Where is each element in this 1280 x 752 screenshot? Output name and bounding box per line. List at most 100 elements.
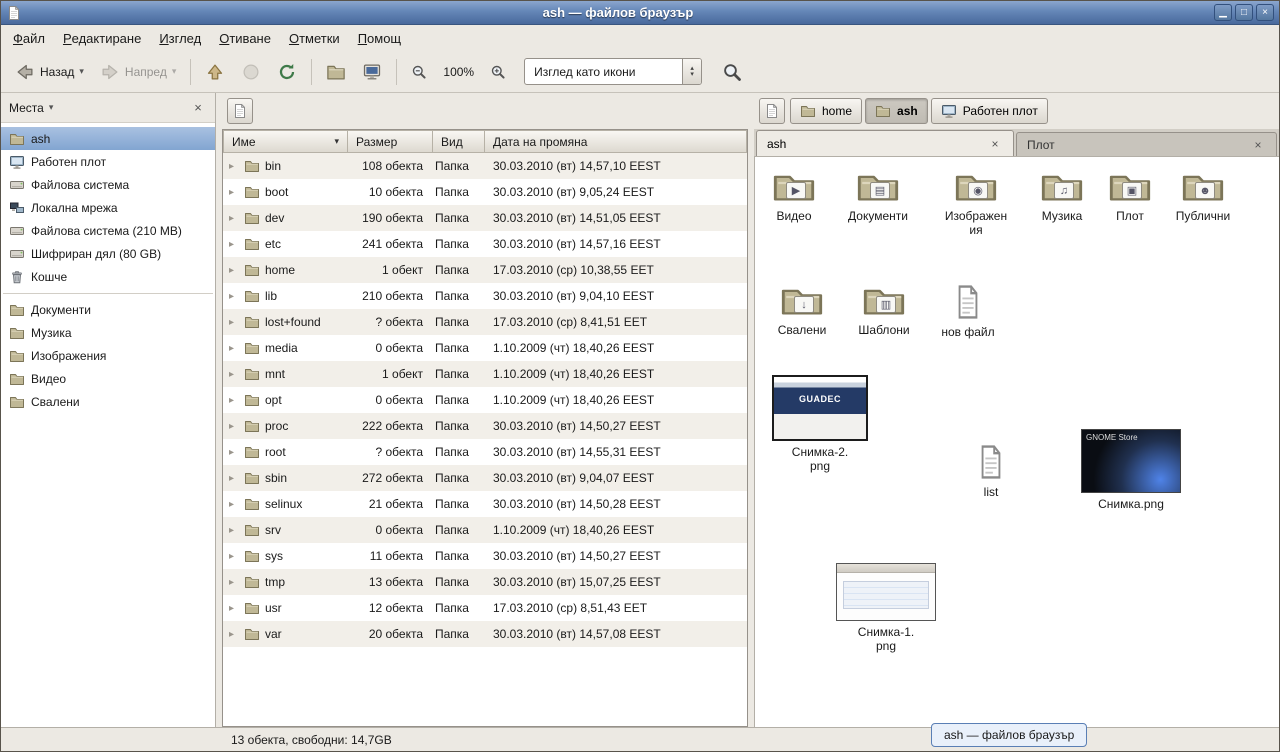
expander-icon[interactable]: ▸ [229, 499, 239, 510]
tab[interactable]: ash × [756, 130, 1014, 156]
tree-row[interactable]: ▸ boot 10 обекта Папка 30.03.2010 (вт) 9… [223, 179, 747, 205]
tree-row[interactable]: ▸ root ? обекта Папка 30.03.2010 (вт) 14… [223, 439, 747, 465]
up-button[interactable] [197, 56, 233, 88]
tree-row[interactable]: ▸ usr 12 обекта Папка 17.03.2010 (ср) 8,… [223, 595, 747, 621]
zoom-out-button[interactable] [403, 58, 435, 86]
place-item[interactable]: Видео [1, 367, 215, 390]
tree-row[interactable]: ▸ dev 190 обекта Папка 30.03.2010 (вт) 1… [223, 205, 747, 231]
expander-icon[interactable]: ▸ [229, 213, 239, 224]
menu-item[interactable]: Отиване [210, 25, 280, 51]
expander-icon[interactable]: ▸ [229, 551, 239, 562]
icon-view-folder[interactable]: ▥ Шаблони [847, 283, 921, 337]
back-button[interactable]: Назад ▾ [7, 56, 92, 88]
column-header-type[interactable]: Вид [433, 130, 485, 153]
location-toggle-button[interactable] [227, 98, 253, 124]
tree-row[interactable]: ▸ home 1 обект Папка 17.03.2010 (ср) 10,… [223, 257, 747, 283]
menu-item[interactable]: Изглед [150, 25, 210, 51]
expander-icon[interactable]: ▸ [229, 577, 239, 588]
path-button[interactable]: home [790, 98, 862, 124]
tree-row[interactable]: ▸ srv 0 обекта Папка 1.10.2009 (чт) 18,4… [223, 517, 747, 543]
search-button[interactable] [714, 56, 750, 88]
place-item[interactable]: Файлова система (210 MB) [1, 219, 215, 242]
combo-arrows-icon[interactable]: ▴ ▾ [682, 59, 701, 84]
icon-view-folder[interactable]: ♫ Музика [1025, 169, 1099, 223]
expander-icon[interactable]: ▸ [229, 421, 239, 432]
home-folder-button[interactable] [318, 56, 354, 88]
tree-row[interactable]: ▸ sbin 272 обекта Папка 30.03.2010 (вт) … [223, 465, 747, 491]
tab-close-icon[interactable]: × [1250, 137, 1266, 153]
places-title[interactable]: Места [9, 101, 44, 115]
chevron-down-icon[interactable]: ▾ [49, 102, 54, 113]
tree-row[interactable]: ▸ media 0 обекта Папка 1.10.2009 (чт) 18… [223, 335, 747, 361]
expander-icon[interactable]: ▸ [229, 525, 239, 536]
place-item[interactable]: Локална мрежа [1, 196, 215, 219]
expander-icon[interactable]: ▸ [229, 317, 239, 328]
maximize-button[interactable]: □ [1235, 4, 1253, 21]
location-toggle-button[interactable] [759, 98, 785, 124]
expander-icon[interactable]: ▸ [229, 603, 239, 614]
expander-icon[interactable]: ▸ [229, 473, 239, 484]
icon-view-file[interactable]: list [954, 443, 1028, 499]
tab[interactable]: Плот × [1016, 132, 1277, 156]
tree-row[interactable]: ▸ bin 108 обекта Папка 30.03.2010 (вт) 1… [223, 153, 747, 179]
icon-view-folder[interactable]: ☻ Публични [1166, 169, 1240, 223]
column-header-date[interactable]: Дата на промяна [485, 130, 747, 153]
tree-row[interactable]: ▸ tmp 13 обекта Папка 30.03.2010 (вт) 15… [223, 569, 747, 595]
titlebar[interactable]: ash — файлов браузър ▁ □ × [1, 1, 1279, 25]
tree-row[interactable]: ▸ selinux 21 обекта Папка 30.03.2010 (вт… [223, 491, 747, 517]
reload-button[interactable] [269, 56, 305, 88]
menu-item[interactable]: Файл [4, 25, 54, 51]
place-item[interactable]: Шифриран дял (80 GB) [1, 242, 215, 265]
tree-row[interactable]: ▸ opt 0 обекта Папка 1.10.2009 (чт) 18,4… [223, 387, 747, 413]
icon-view-image[interactable]: GNOME Store Снимка.png [1079, 429, 1183, 511]
icon-view-folder[interactable]: ▶ Видео [757, 169, 831, 223]
tree-row[interactable]: ▸ mnt 1 обект Папка 1.10.2009 (чт) 18,40… [223, 361, 747, 387]
icon-view[interactable]: ▶ Видео ▤ Документи [754, 157, 1279, 727]
expander-icon[interactable]: ▸ [229, 447, 239, 458]
expander-icon[interactable]: ▸ [229, 343, 239, 354]
place-item[interactable]: Свалени [1, 390, 215, 413]
minimize-button[interactable]: ▁ [1214, 4, 1232, 21]
place-item[interactable]: Музика [1, 321, 215, 344]
icon-view-folder[interactable]: ↓ Свалени [765, 283, 839, 337]
path-button[interactable]: ash [865, 98, 928, 124]
expander-icon[interactable]: ▸ [229, 629, 239, 640]
place-item[interactable]: Работен плот [1, 150, 215, 173]
zoom-in-button[interactable] [482, 58, 514, 86]
icon-view-folder[interactable]: ▤ Документи [841, 169, 915, 223]
expander-icon[interactable]: ▸ [229, 187, 239, 198]
expander-icon[interactable]: ▸ [229, 395, 239, 406]
icon-view-folder[interactable]: ▣ Плот [1093, 169, 1167, 223]
tree-row[interactable]: ▸ sys 11 обекта Папка 30.03.2010 (вт) 14… [223, 543, 747, 569]
column-header-size[interactable]: Размер [348, 130, 433, 153]
stop-button[interactable] [233, 56, 269, 88]
place-item[interactable]: ash [1, 127, 215, 150]
icon-view-image[interactable]: Снимка-1. png [834, 563, 938, 654]
expander-icon[interactable]: ▸ [229, 265, 239, 276]
icon-view-file[interactable]: нов файл [931, 283, 1005, 339]
place-item[interactable]: Кошче [1, 265, 215, 288]
menu-item[interactable]: Помощ [349, 25, 410, 51]
column-header-name[interactable]: Име ▾ [223, 130, 348, 153]
expander-icon[interactable]: ▸ [229, 239, 239, 250]
place-item[interactable]: Файлова система [1, 173, 215, 196]
place-item[interactable]: Изображения [1, 344, 215, 367]
menu-item[interactable]: Редактиране [54, 25, 150, 51]
tree-row[interactable]: ▸ var 20 обекта Папка 30.03.2010 (вт) 14… [223, 621, 747, 647]
tab-close-icon[interactable]: × [987, 136, 1003, 152]
path-button[interactable]: Работен плот [931, 98, 1048, 124]
tree-row[interactable]: ▸ lib 210 обекта Папка 30.03.2010 (вт) 9… [223, 283, 747, 309]
expander-icon[interactable]: ▸ [229, 369, 239, 380]
expander-icon[interactable]: ▸ [229, 161, 239, 172]
tree-row[interactable]: ▸ lost+found ? обекта Папка 17.03.2010 (… [223, 309, 747, 335]
tree-row[interactable]: ▸ proc 222 обекта Папка 30.03.2010 (вт) … [223, 413, 747, 439]
computer-button[interactable] [354, 56, 390, 88]
tree-row[interactable]: ▸ etc 241 обекта Папка 30.03.2010 (вт) 1… [223, 231, 747, 257]
expander-icon[interactable]: ▸ [229, 291, 239, 302]
menu-item[interactable]: Отметки [280, 25, 349, 51]
place-item[interactable]: Документи [1, 298, 215, 321]
forward-button[interactable]: Напред ▾ [92, 56, 184, 88]
icon-view-image[interactable]: GUADEC Снимка-2. png [768, 375, 872, 474]
close-button[interactable]: × [1256, 4, 1274, 21]
view-mode-select[interactable]: Изглед като икони ▴ ▾ [524, 58, 702, 85]
